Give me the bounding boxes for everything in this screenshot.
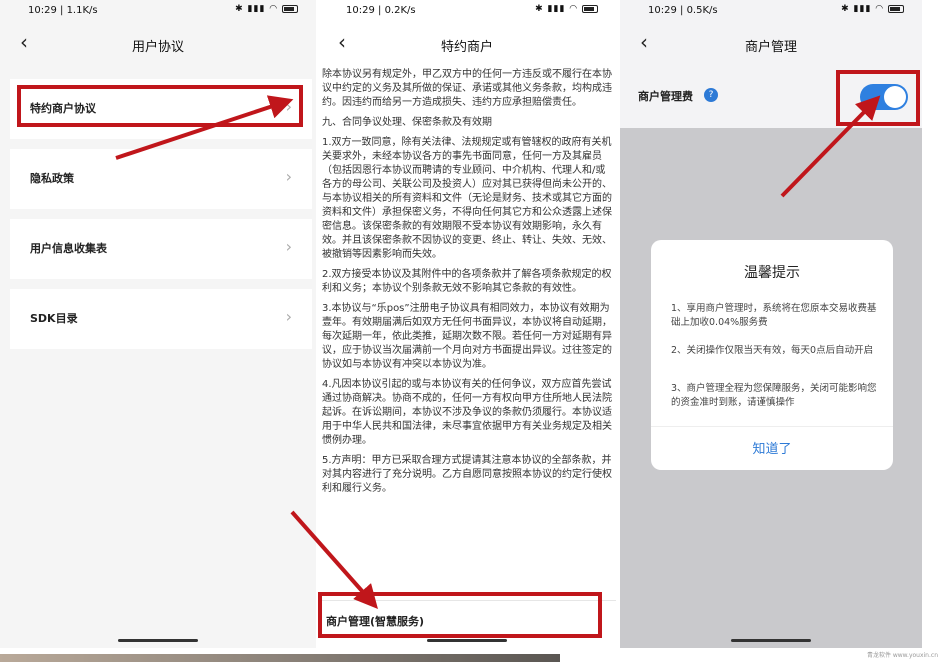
merchant-fee-row: 商户管理费 ?	[620, 68, 922, 128]
screen-merchant-agreement: 10:29 | 0.2K/s ✱ ▮▮▮ ◠ ‹ 特约商户 除本协议另有规定外，…	[318, 0, 616, 648]
bottom-strip: 青龙软件 www.youxin.cn	[0, 650, 952, 662]
home-indicator	[731, 639, 811, 642]
page-title: 特约商户	[440, 40, 493, 55]
dialog-divider	[651, 426, 893, 427]
status-bar: 10:29 | 1.1K/s ✱ ▮▮▮ ◠	[0, 0, 316, 22]
agreement-paragraph: 3.本协议与“乐pos”注册电子协议具有相同效力，本协议有效期为壹年。有效期届满…	[322, 303, 612, 370]
menu-item-label: SDK目录	[30, 312, 78, 325]
status-time: 10:29 | 0.2K/s	[346, 5, 416, 16]
chevron-right-icon: ›	[285, 167, 292, 186]
dialog-item: 1、享用商户管理时，系统将在您原本交易收费基础上加收0.04%服务费	[671, 303, 877, 328]
agreement-paragraph: 除本协议另有规定外，甲乙双方中的任何一方违反或不履行在本协议中约定的义务及其所做…	[322, 69, 612, 108]
screen-user-agreement: 10:29 | 1.1K/s ✱ ▮▮▮ ◠ ‹ 用户协议 特约商户协议 › 隐…	[0, 0, 316, 648]
watermark: 青龙软件 www.youxin.cn	[866, 652, 938, 659]
menu-item-merchant-agreement[interactable]: 特约商户协议 ›	[10, 79, 312, 139]
chevron-right-icon: ›	[285, 97, 292, 116]
chevron-right-icon: ›	[285, 237, 292, 256]
agreement-text: 除本协议另有规定外，甲乙双方中的任何一方违反或不履行在本协议中约定的义务及其所做…	[322, 68, 614, 502]
help-icon[interactable]: ?	[704, 88, 718, 102]
battery-icon	[582, 4, 598, 13]
battery-icon	[282, 4, 298, 13]
status-icons: ✱ ▮▮▮ ◠	[841, 4, 904, 14]
status-bar: 10:29 | 0.5K/s ✱ ▮▮▮ ◠	[620, 0, 922, 22]
menu-item-label: 隐私政策	[30, 172, 74, 185]
menu-item-sdk-list[interactable]: SDK目录 ›	[10, 289, 312, 349]
battery-icon	[888, 4, 904, 13]
home-indicator	[118, 639, 198, 642]
notice-dialog: 温馨提示 1、享用商户管理时，系统将在您原本交易收费基础上加收0.04%服务费 …	[651, 240, 893, 470]
dialog-item: 2、关闭操作仅限当天有效，每天0点后自动开启	[671, 345, 874, 356]
merchant-fee-toggle[interactable]	[860, 84, 908, 110]
agreement-paragraph: 1.双方一致同意，除有关法律、法规规定或有管辖权的政府有关机关要求外，未经本协议…	[322, 137, 612, 260]
menu-item-label: 用户信息收集表	[30, 242, 107, 255]
merchant-fee-label: 商户管理费	[638, 90, 693, 103]
status-time: 10:29 | 0.5K/s	[648, 5, 718, 16]
nav-bar: ‹ 特约商户	[318, 26, 616, 62]
status-time: 10:29 | 1.1K/s	[28, 5, 98, 16]
agreement-heading: 九、合同争议处理、保密条款及有效期	[322, 117, 492, 128]
menu-item-label: 特约商户协议	[30, 102, 96, 115]
agreement-paragraph: 2.双方接受本协议及其附件中的各项条款并了解各项条款规定的权利和义务；本协议个别…	[322, 269, 612, 294]
dialog-item: 3、商户管理全程为您保障服务，关闭可能影响您的资金准时到账，请谨慎操作	[671, 383, 877, 408]
status-bar: 10:29 | 0.2K/s ✱ ▮▮▮ ◠	[318, 0, 616, 22]
home-indicator	[427, 639, 507, 642]
menu-item-user-info-collection[interactable]: 用户信息收集表 ›	[10, 219, 312, 279]
toggle-knob	[884, 86, 906, 108]
merchant-management-label: 商户管理(智慧服务)	[326, 615, 425, 628]
status-icons: ✱ ▮▮▮ ◠	[235, 4, 298, 14]
menu-item-privacy-policy[interactable]: 隐私政策 ›	[10, 149, 312, 209]
screen-merchant-management: 10:29 | 0.5K/s ✱ ▮▮▮ ◠ ‹ 商户管理 商户管理费 ? 温馨…	[620, 0, 922, 648]
photo-fragment	[0, 654, 560, 662]
chevron-right-icon: ›	[285, 307, 292, 326]
agreement-paragraph: 5.方声明：甲方已采取合理方式提请其注意本协议的全部条款，并对其内容进行了充分说…	[322, 455, 612, 494]
merchant-management-entry[interactable]: 商户管理(智慧服务)	[318, 600, 616, 640]
status-icons: ✱ ▮▮▮ ◠	[535, 4, 598, 14]
nav-bar: ‹ 用户协议	[0, 26, 316, 62]
agreement-paragraph: 4.凡因本协议引起的或与本协议有关的任何争议，双方应首先尝试通过协商解决。协商不…	[322, 379, 612, 446]
page-title: 商户管理	[744, 40, 797, 55]
dialog-title: 温馨提示	[744, 265, 800, 281]
nav-bar: ‹ 商户管理	[620, 26, 922, 62]
page-title: 用户协议	[131, 40, 184, 55]
dialog-ok-button[interactable]: 知道了	[651, 438, 893, 457]
